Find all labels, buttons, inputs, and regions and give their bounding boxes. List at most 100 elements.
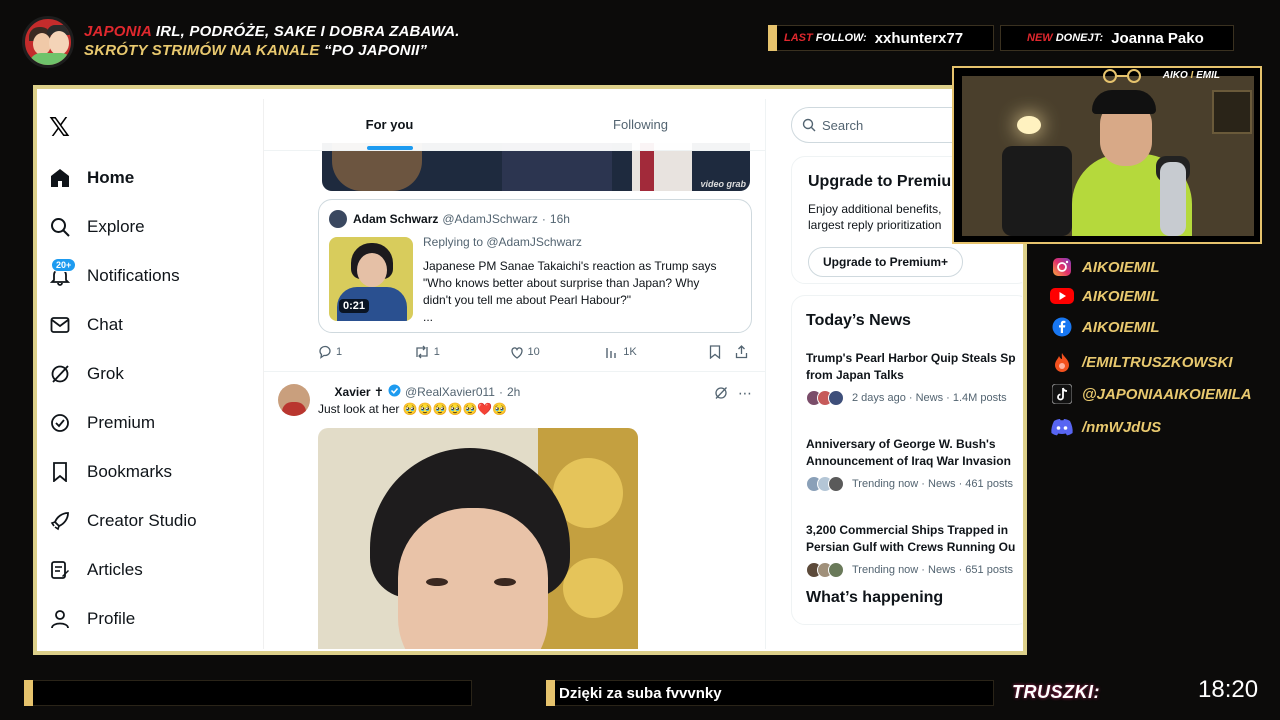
quote-dot: · [541,212,546,226]
news-meta: Trending now · News · 461 posts [852,478,1013,490]
nav-home-label: Home [87,168,135,187]
tweet-author-name[interactable]: Xavier ✝ [335,385,384,399]
news-avatars [806,476,844,492]
instagram-icon [1050,256,1074,278]
grok-tweet-icon[interactable] [714,386,728,405]
nav-premium[interactable]: Premium [49,408,155,438]
headline-channel: “PO JAPONII” [324,42,428,59]
reply-count: 1 [336,346,343,358]
tab-for-you[interactable]: For you [264,99,515,150]
last-follow-value: xxhunterx77 [874,29,964,47]
new-donate-box: NEW DONEJT: Joanna Pako [1000,25,1234,51]
upgrade-premium-button[interactable]: Upgrade to Premium+ [808,247,964,277]
nav-chat-label: Chat [87,315,123,334]
youtube-icon [1050,285,1074,307]
discord-icon [1050,416,1074,438]
nav-creator-studio-label: Creator Studio [87,511,197,530]
todays-news-card: Today’s News Trump's Pearl Harbor Quip S… [791,295,1022,625]
devil-emoji-icon: 😈 [318,385,331,399]
mail-icon [49,314,71,336]
tweet-author-handle: @RealXavier011 [404,385,495,399]
tweet[interactable]: 😈 Xavier ✝ @RealXavier011 · 2h ⋯ Just lo… [264,371,765,649]
tweet-photo[interactable] [318,428,638,649]
bookmark-button[interactable] [709,345,735,359]
flame-icon [1050,351,1074,373]
bottom-mid-text: Dzięki za suba fvvvnky [559,684,722,702]
quote-time: 16h [549,212,570,226]
like-button[interactable]: 10 [510,346,606,359]
search-placeholder: Search [822,117,864,133]
social-tiktok-label: @JAPONIAAIKOIEMILA [1082,385,1252,403]
truszki-label: TRUSZKI: [1012,682,1100,702]
bottom-bar: Dzięki za suba fvvvnky TRUSZKI: 18:20 [0,666,1280,720]
facebook-icon [1050,316,1074,338]
channel-logo [22,16,74,68]
nav-articles-label: Articles [87,560,143,579]
views-icon [606,347,616,358]
nav-home[interactable]: Home [49,163,134,193]
new-donate-value: Joanna Pako [1111,29,1204,47]
home-icon [49,167,71,189]
reply-icon [319,345,331,359]
repost-button[interactable]: 1 [414,345,510,359]
nav-grok[interactable]: Grok [49,359,124,389]
quote-video-thumbnail[interactable]: 0:21 [329,237,413,321]
news-title: 3,200 Commercial Ships Trapped in [806,523,1009,537]
headline-brand: JAPONIA [84,23,152,40]
headline-tagline: IRL, PODRÓŻE, SAKE I DOBRA ZABAWA. [151,23,460,40]
nav-bookmarks-label: Bookmarks [87,462,173,481]
cam-tag-b: EMIL [1196,70,1220,81]
nav-explore[interactable]: Explore [49,212,145,242]
tab-following[interactable]: Following [515,99,765,150]
todays-news-heading: Today’s News [806,312,911,329]
timeline[interactable]: For you Following video grab Adam Schwar… [264,99,766,649]
social-instagram: AIKOIEMIL [1050,256,1160,278]
x-sidebar: 𝕏 Home Explore 20+ Notifications Chat Gr… [40,99,264,649]
news-item[interactable]: Anniversary of George W. Bush's Announce… [806,436,1022,492]
nav-bookmarks[interactable]: Bookmarks [49,457,172,487]
rocket-icon [49,510,71,532]
news-title-cont: Announcement of Iraq War Invasion [806,454,1011,468]
news-title: Trump's Pearl Harbor Quip Steals Sp [806,351,1016,365]
social-flame: /EMILTRUSZKOWSKI [1050,351,1233,373]
avatar[interactable] [329,210,347,228]
timeline-tabs: For you Following [264,99,765,151]
nav-grok-label: Grok [87,364,124,383]
repost-icon [416,345,428,359]
more-options-icon[interactable]: ⋯ [738,386,752,405]
x-logo-icon[interactable]: 𝕏 [49,113,70,143]
repost-count: 1 [433,346,440,358]
views-count: 1K [623,346,637,358]
bookmark-icon [49,461,71,483]
news-item[interactable]: 3,200 Commercial Ships Trapped in Persia… [806,522,1022,578]
nav-chat[interactable]: Chat [49,310,123,340]
nav-explore-label: Explore [87,217,145,236]
social-flame-label: /EMILTRUSZKOWSKI [1082,353,1233,371]
nav-profile[interactable]: Profile [49,604,135,634]
browser-capture: 𝕏 Home Explore 20+ Notifications Chat Gr… [33,85,1027,655]
social-discord: /nmWJdUS [1050,416,1161,438]
articles-icon [49,559,71,581]
cam-tag-a: AIKO [1162,70,1188,81]
social-instagram-label: AIKOIEMIL [1082,258,1160,276]
reply-button[interactable]: 1 [318,345,414,359]
nav-notifications[interactable]: 20+ Notifications [49,258,180,291]
quoted-tweet[interactable]: Adam Schwarz @AdamJSchwarz · 16h 0:21 Re… [318,199,752,333]
avatar[interactable] [278,384,310,416]
social-youtube-label: AIKOIEMIL [1082,287,1160,305]
nav-articles[interactable]: Articles [49,555,143,585]
nav-premium-label: Premium [87,413,156,432]
nav-creator-studio[interactable]: Creator Studio [49,506,197,536]
views-button[interactable]: 1K [605,346,709,359]
news-avatars [806,562,844,578]
quote-author-name[interactable]: Adam Schwarz [353,212,438,226]
media-watermark: video grab [700,179,746,189]
share-button[interactable] [735,345,752,359]
heart-icon [510,346,523,359]
social-tiktok: @JAPONIAAIKOIEMILA [1050,383,1252,405]
bottom-ticker-left [24,680,472,706]
news-item[interactable]: Trump's Pearl Harbor Quip Steals Sp from… [806,350,1022,406]
whats-happening-heading: What’s happening [806,589,944,606]
social-facebook: AIKOIEMIL [1050,316,1160,338]
last-follow-box: LAST FOLLOW: xxhunterx77 [768,25,994,51]
